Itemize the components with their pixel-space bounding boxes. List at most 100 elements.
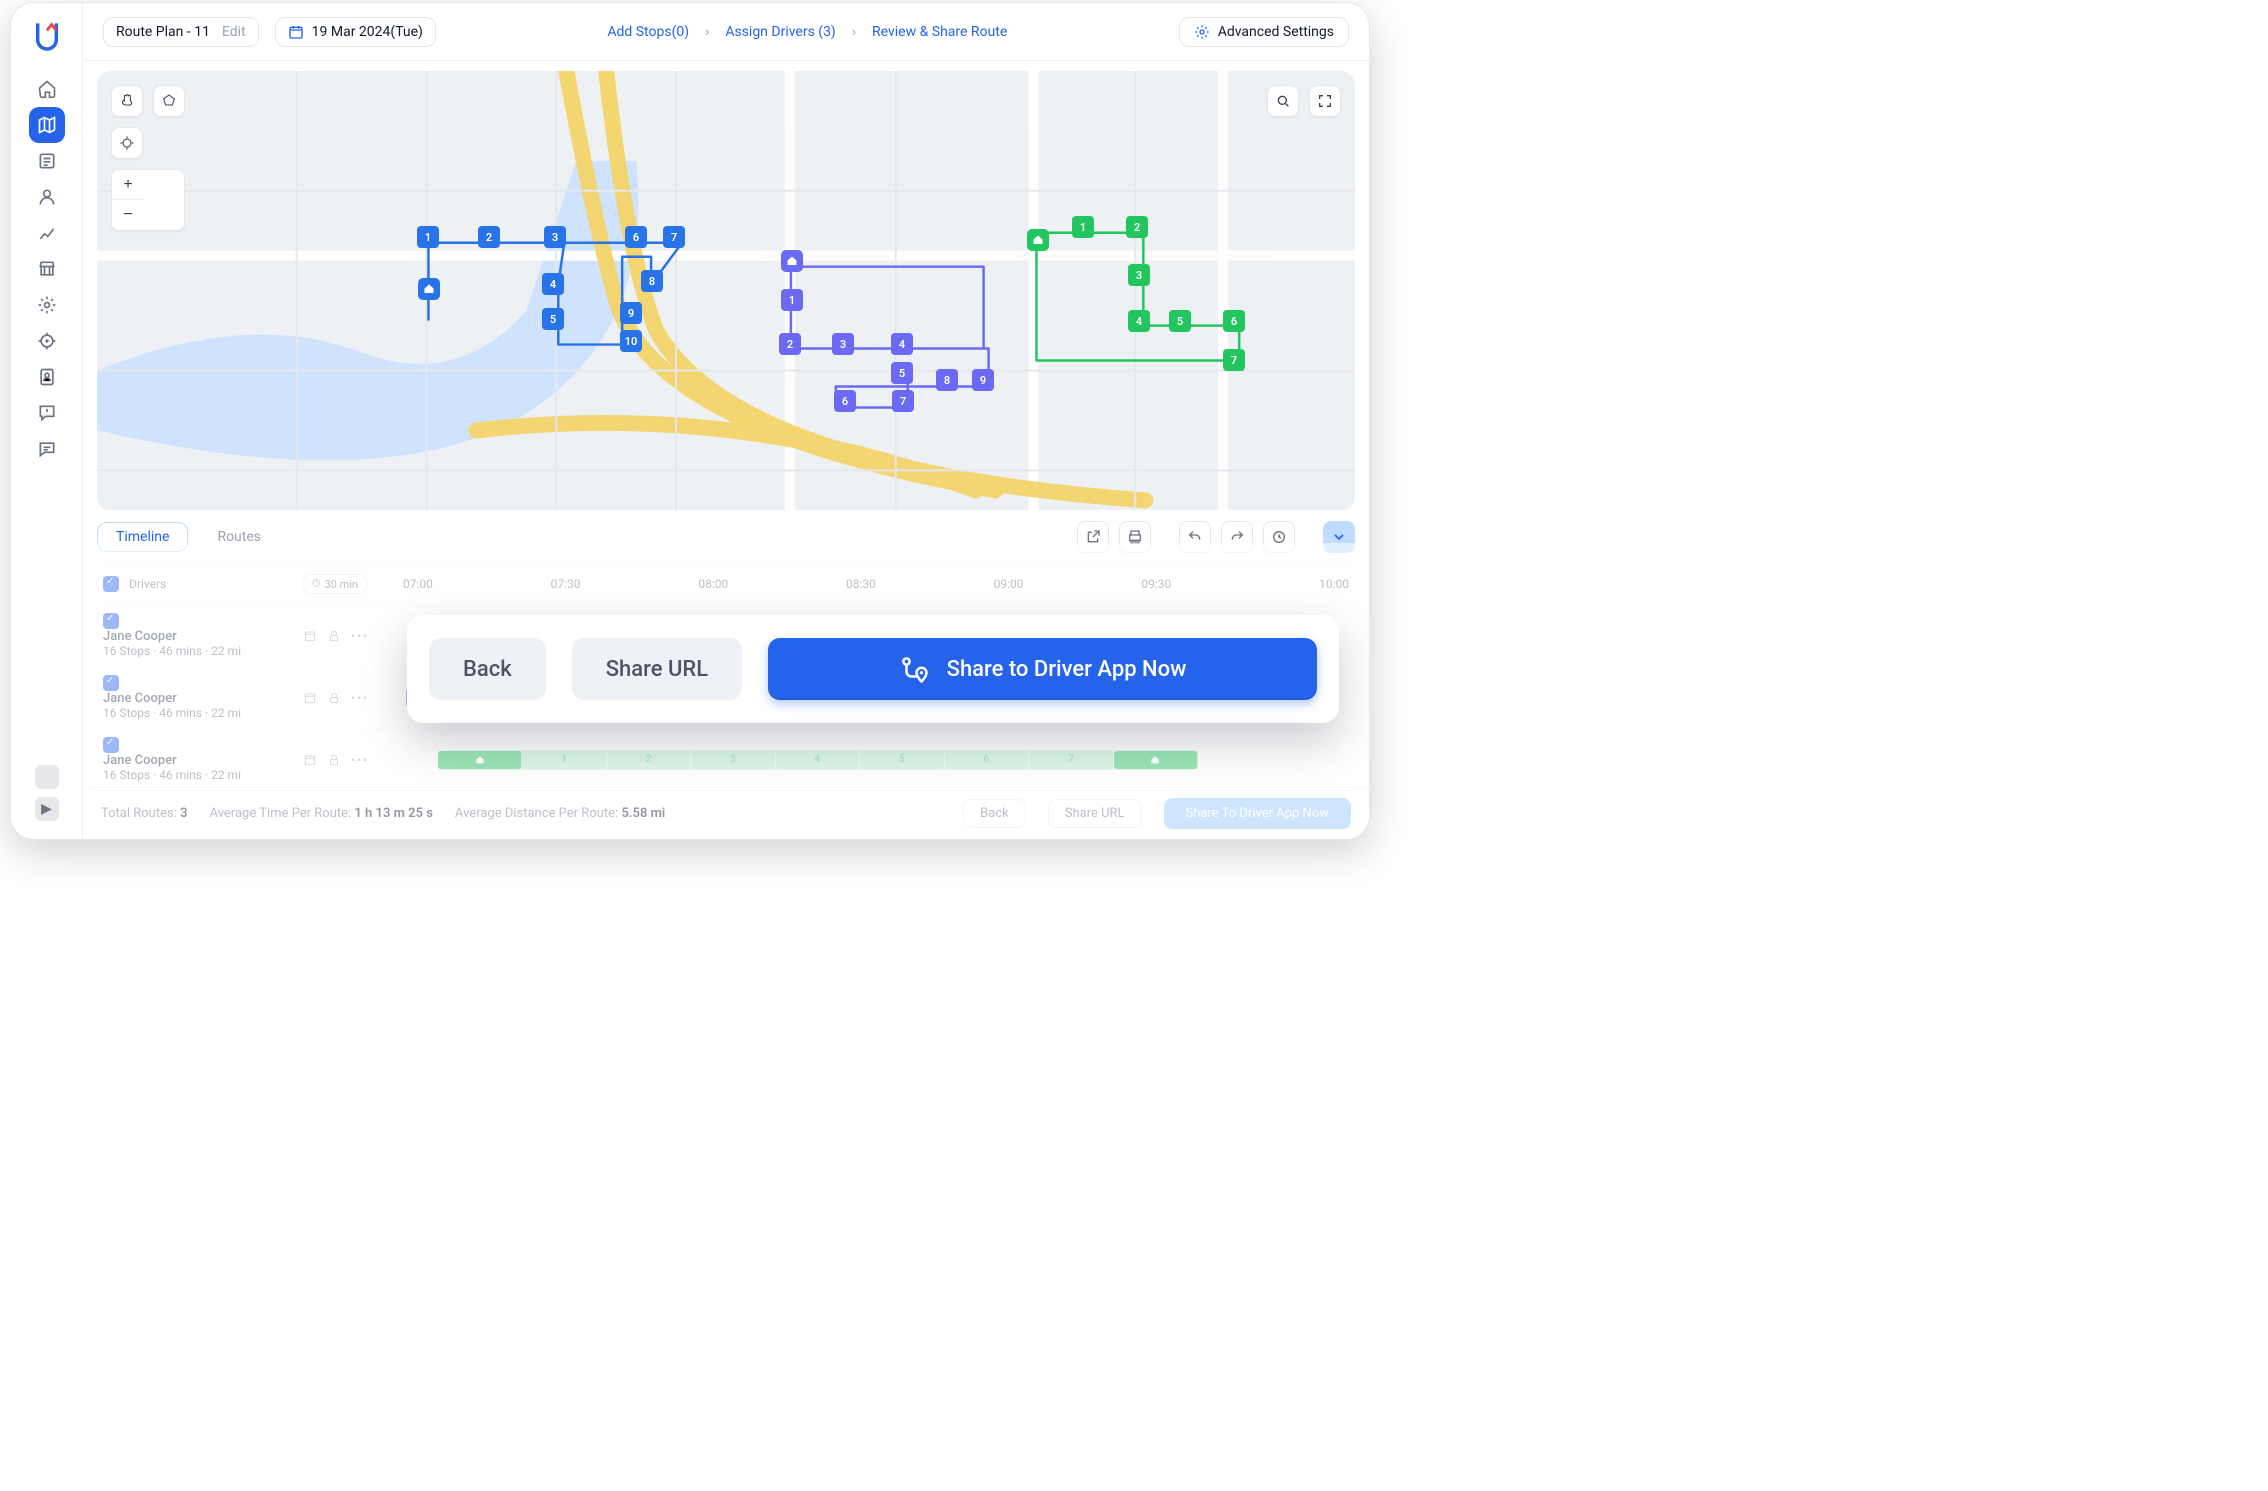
breadcrumb: Add Stops(0) › Assign Drivers (3) › Revi… [452, 24, 1163, 40]
route-home-pin[interactable] [418, 278, 440, 300]
summary-back-button[interactable]: Back [963, 799, 1026, 828]
gear-icon [1194, 24, 1210, 40]
stop-pin[interactable]: 7 [663, 226, 685, 248]
lock-icon[interactable] [327, 753, 341, 767]
advanced-settings-button[interactable]: Advanced Settings [1179, 17, 1349, 47]
crumb-assign-drivers[interactable]: Assign Drivers (3) [725, 24, 835, 40]
sidebar-item-analytics[interactable] [29, 215, 65, 251]
tab-routes[interactable]: Routes [198, 522, 280, 552]
print-button[interactable] [1119, 521, 1151, 553]
redo-button[interactable] [1221, 521, 1253, 553]
plan-name: Route Plan - 11 [116, 24, 210, 40]
app-store-badge[interactable] [35, 765, 59, 789]
route-home-pin[interactable] [781, 250, 803, 272]
crumb-add-stops[interactable]: Add Stops(0) [607, 24, 689, 40]
stop-pin[interactable]: 2 [1126, 216, 1148, 238]
zoom-in-button[interactable]: + [112, 170, 144, 200]
stop-pin[interactable]: 1 [417, 226, 439, 248]
topbar: Route Plan - 11 Edit 19 Mar 2024(Tue) Ad… [83, 3, 1369, 61]
stop-pin[interactable]: 3 [832, 333, 854, 355]
stop-pin[interactable]: 8 [641, 270, 663, 292]
lock-icon[interactable] [327, 691, 341, 705]
chevron-right-icon: › [705, 24, 709, 40]
stop-pin[interactable]: 5 [542, 308, 564, 330]
driver-sub: 16 Stops · 46 mins · 22 mi [103, 644, 303, 658]
plan-name-chip[interactable]: Route Plan - 11 Edit [103, 17, 259, 47]
sidebar-item-contacts[interactable] [29, 359, 65, 395]
tick: 07:30 [551, 577, 699, 591]
stop-pin[interactable]: 5 [1169, 310, 1191, 332]
stop-pin[interactable]: 4 [891, 333, 913, 355]
locate-button[interactable] [111, 127, 143, 159]
driver-checkbox[interactable] [103, 737, 119, 753]
lock-icon[interactable] [327, 629, 341, 643]
polygon-tool-button[interactable] [153, 85, 185, 117]
stop-pin[interactable]: 3 [544, 226, 566, 248]
stop-pin[interactable]: 6 [625, 226, 647, 248]
summary-bar: Total Routes: 3 Average Time Per Route: … [83, 787, 1369, 839]
map[interactable]: + − 123456789101234567891234567 [97, 71, 1355, 511]
export-button[interactable] [1077, 521, 1109, 553]
more-icon[interactable]: ••• [351, 753, 369, 767]
search-map-button[interactable] [1267, 85, 1299, 117]
calendar-icon[interactable] [303, 629, 317, 643]
select-all-checkbox[interactable] [103, 576, 119, 592]
sidebar-item-settings[interactable] [29, 287, 65, 323]
sidebar: ▶ [11, 3, 83, 839]
route-home-pin[interactable] [1027, 229, 1049, 251]
fullscreen-button[interactable] [1309, 85, 1341, 117]
driver-checkbox[interactable] [103, 675, 119, 691]
sidebar-item-feedback[interactable] [29, 395, 65, 431]
driver-sub: 16 Stops · 46 mins · 22 mi [103, 768, 303, 782]
modal-back-button[interactable]: Back [429, 638, 546, 700]
edit-link[interactable]: Edit [222, 24, 246, 40]
sidebar-item-chat[interactable] [29, 431, 65, 467]
modal-share-app-button[interactable]: Share to Driver App Now [768, 638, 1317, 700]
calendar-icon[interactable] [303, 691, 317, 705]
crumb-review[interactable]: Review & Share Route [872, 24, 1007, 40]
tab-timeline[interactable]: Timeline [97, 522, 188, 552]
sidebar-item-routes[interactable] [29, 107, 65, 143]
history-button[interactable] [1263, 521, 1295, 553]
zoom-out-button[interactable]: − [112, 200, 144, 230]
stop-pin[interactable]: 4 [542, 273, 564, 295]
interval-selector[interactable]: ⏱ 30 min [303, 574, 367, 594]
stop-pin[interactable]: 2 [478, 226, 500, 248]
stop-pin[interactable]: 6 [834, 390, 856, 412]
tick: 08:00 [698, 577, 846, 591]
date-text: 19 Mar 2024(Tue) [312, 24, 423, 40]
date-chip[interactable]: 19 Mar 2024(Tue) [275, 17, 436, 47]
sidebar-item-target[interactable] [29, 323, 65, 359]
contacts-icon [37, 367, 57, 387]
sidebar-item-store[interactable] [29, 251, 65, 287]
more-icon[interactable]: ••• [351, 691, 369, 705]
chat-icon [37, 439, 57, 459]
stop-pin[interactable]: 1 [781, 289, 803, 311]
stop-pin[interactable]: 1 [1072, 216, 1094, 238]
sidebar-item-list[interactable] [29, 143, 65, 179]
undo-button[interactable] [1179, 521, 1211, 553]
summary-share-url-button[interactable]: Share URL [1048, 799, 1142, 828]
pan-tool-button[interactable] [111, 85, 143, 117]
sidebar-item-home[interactable] [29, 71, 65, 107]
collapse-button[interactable] [1323, 521, 1355, 553]
more-icon[interactable]: ••• [351, 629, 369, 643]
driver-checkbox[interactable] [103, 613, 119, 629]
stop-pin[interactable]: 7 [1223, 349, 1245, 371]
tick: 10:00 [1289, 577, 1349, 591]
stop-pin[interactable]: 2 [779, 333, 801, 355]
summary-share-app-button[interactable]: Share To Driver App Now [1164, 798, 1351, 829]
sidebar-item-user[interactable] [29, 179, 65, 215]
play-store-badge[interactable]: ▶ [35, 797, 59, 821]
stop-pin[interactable]: 9 [972, 369, 994, 391]
stop-pin[interactable]: 9 [620, 302, 642, 324]
stop-pin[interactable]: 8 [936, 369, 958, 391]
stop-pin[interactable]: 5 [891, 362, 913, 384]
stop-pin[interactable]: 3 [1128, 264, 1150, 286]
stop-pin[interactable]: 4 [1128, 310, 1150, 332]
modal-share-url-button[interactable]: Share URL [572, 638, 742, 700]
stop-pin[interactable]: 6 [1223, 310, 1245, 332]
stop-pin[interactable]: 7 [892, 390, 914, 412]
stop-pin[interactable]: 10 [620, 330, 642, 352]
calendar-icon[interactable] [303, 753, 317, 767]
